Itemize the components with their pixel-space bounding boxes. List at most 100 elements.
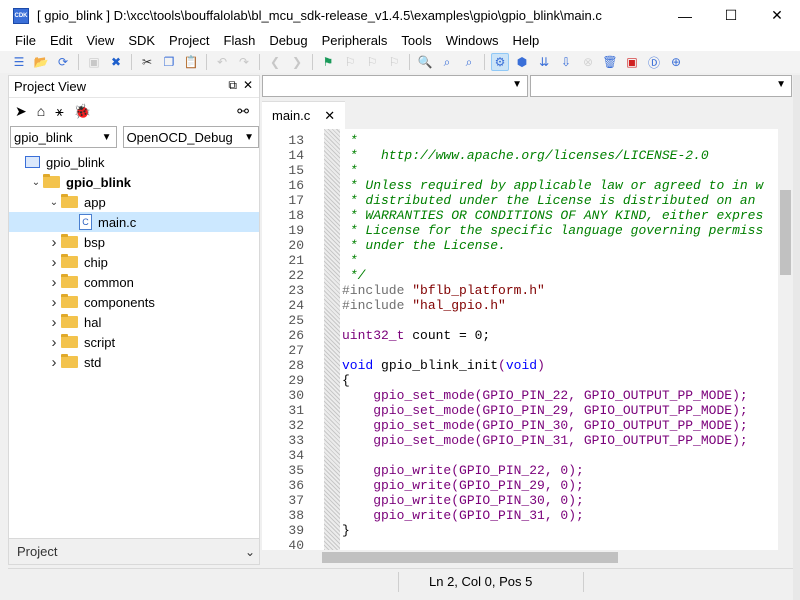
close-window-button[interactable]: ✕ bbox=[754, 0, 800, 31]
undo-icon[interactable]: ↶ bbox=[213, 53, 231, 71]
tab-main-c[interactable]: main.c ✕ bbox=[262, 101, 346, 129]
stop-icon[interactable]: ⊗ bbox=[579, 53, 597, 71]
chevron-right-icon[interactable]: › bbox=[47, 294, 61, 311]
tree-item[interactable]: › hal bbox=[9, 312, 259, 332]
code-token: } bbox=[342, 523, 350, 538]
menu-view[interactable]: View bbox=[79, 31, 121, 51]
menu-debug[interactable]: Debug bbox=[262, 31, 314, 51]
copy-icon[interactable]: ❐ bbox=[160, 53, 178, 71]
menu-sdk[interactable]: SDK bbox=[121, 31, 162, 51]
debug-icon[interactable]: ▣ bbox=[623, 53, 641, 71]
paste-icon[interactable]: 📋 bbox=[182, 53, 200, 71]
code-line: * WARRANTIES OR CONDITIONS OF ANY KIND, … bbox=[342, 208, 763, 223]
navigate-icon[interactable]: ➤ bbox=[15, 103, 27, 120]
tree-icon[interactable]: ⚹ bbox=[55, 103, 63, 120]
line-number: 26 bbox=[288, 328, 304, 343]
build-icon[interactable]: ⬢ bbox=[513, 53, 531, 71]
tree-item[interactable]: › chip bbox=[9, 252, 259, 272]
find-replace-icon[interactable]: ⌕ bbox=[460, 53, 478, 71]
bookmark-prev-icon[interactable]: ⚐ bbox=[341, 53, 359, 71]
horizontal-scrollbar-thumb[interactable] bbox=[322, 552, 618, 563]
function-combo[interactable]: ▼ bbox=[530, 75, 792, 97]
find-icon[interactable]: 🔍 bbox=[416, 53, 434, 71]
project-bottom-tab-label: Project bbox=[17, 544, 58, 559]
chevron-right-icon[interactable]: › bbox=[47, 254, 61, 271]
project-icon bbox=[25, 156, 40, 168]
chevron-down-icon[interactable]: ⌄ bbox=[29, 177, 43, 188]
tree-item[interactable]: › script bbox=[9, 332, 259, 352]
config-select[interactable]: OpenOCD_Debug ▼ bbox=[122, 126, 259, 148]
chevron-right-icon[interactable]: › bbox=[47, 234, 61, 251]
project-select[interactable]: gpio_blink ▼ bbox=[10, 126, 117, 148]
redo-icon[interactable]: ↷ bbox=[235, 53, 253, 71]
code-token: "bflb_platform.h" bbox=[412, 283, 545, 298]
start-debug-icon[interactable]: Ⓓ bbox=[645, 53, 663, 71]
cut-icon[interactable]: ✂ bbox=[138, 53, 156, 71]
code-editor[interactable]: 13 14 15 16 17 18 19 20 21 22 23 24 25 26 27 28 29 30 31 32… bbox=[262, 129, 778, 550]
menu-file[interactable]: File bbox=[8, 31, 43, 51]
tree-item[interactable]: ⌄ gpio_blink bbox=[9, 172, 259, 192]
menu-windows[interactable]: Windows bbox=[439, 31, 506, 51]
zoom-icon[interactable]: ⊕ bbox=[667, 53, 685, 71]
tree-item[interactable]: ⌄ app bbox=[9, 192, 259, 212]
chevron-right-icon[interactable]: › bbox=[47, 334, 61, 351]
home-icon[interactable]: ⌂ bbox=[37, 103, 45, 119]
vertical-scrollbar-thumb[interactable] bbox=[780, 190, 791, 275]
bookmark-clear-icon[interactable]: ⚐ bbox=[385, 53, 403, 71]
maximize-button[interactable]: ☐ bbox=[708, 0, 754, 31]
fold-margin[interactable] bbox=[324, 129, 340, 550]
code-line: gpio_write(GPIO_PIN_31, 0); bbox=[342, 508, 584, 523]
open-folder-icon[interactable]: 📂 bbox=[32, 53, 50, 71]
save-icon[interactable]: ▣ bbox=[85, 53, 103, 71]
code-token: * bbox=[342, 133, 358, 148]
tree-item[interactable]: › std bbox=[9, 352, 259, 372]
minimize-button[interactable]: — bbox=[662, 0, 708, 31]
back-icon[interactable]: ❮ bbox=[266, 53, 284, 71]
link-icon[interactable]: ⚯ bbox=[237, 103, 249, 120]
menu-flash[interactable]: Flash bbox=[217, 31, 263, 51]
chevron-right-icon[interactable]: › bbox=[47, 314, 61, 331]
close-icon[interactable]: ✖ bbox=[107, 53, 125, 71]
menu-help[interactable]: Help bbox=[506, 31, 547, 51]
code-token: gpio_write(GPIO_PIN_31, 0); bbox=[342, 508, 584, 523]
code-line: * bbox=[342, 253, 358, 268]
line-number: 36 bbox=[288, 478, 304, 493]
folder-icon bbox=[61, 254, 78, 268]
reload-icon[interactable]: ⟳ bbox=[54, 53, 72, 71]
project-bottom-tab[interactable]: Project ⌄ bbox=[9, 538, 259, 564]
menu-tools[interactable]: Tools bbox=[394, 31, 438, 51]
tree-item[interactable]: › components bbox=[9, 292, 259, 312]
flag-icon[interactable]: ⚑ bbox=[319, 53, 337, 71]
find-in-files-icon[interactable]: ⌕ bbox=[438, 53, 456, 71]
new-icon[interactable]: ☰ bbox=[10, 53, 28, 71]
chevron-down-icon[interactable]: ⌄ bbox=[47, 197, 61, 208]
undock-icon[interactable]: ⧉ bbox=[228, 78, 237, 93]
menu-edit[interactable]: Edit bbox=[43, 31, 79, 51]
rebuild-icon[interactable]: ⇊ bbox=[535, 53, 553, 71]
code-token: gpio_write(GPIO_PIN_29, 0); bbox=[342, 478, 584, 493]
bookmark-next-icon[interactable]: ⚐ bbox=[363, 53, 381, 71]
clean-icon[interactable]: 🗑 bbox=[601, 53, 619, 71]
tree-item[interactable]: › bsp bbox=[9, 232, 259, 252]
download-icon[interactable]: ⇩ bbox=[557, 53, 575, 71]
close-tab-icon[interactable]: ✕ bbox=[324, 108, 335, 124]
toolbar-separator bbox=[409, 54, 410, 70]
tree-item[interactable]: Cmain.c bbox=[9, 212, 259, 232]
chevron-down-icon[interactable]: ⌄ bbox=[245, 545, 255, 559]
tree-item[interactable]: gpio_blink bbox=[9, 152, 259, 172]
bug-icon[interactable]: 🐞 bbox=[74, 103, 91, 120]
menu-peripherals[interactable]: Peripherals bbox=[315, 31, 395, 51]
close-panel-icon[interactable]: ✕ bbox=[243, 78, 253, 93]
line-number: 23 bbox=[288, 283, 304, 298]
cursor-position: Ln 2, Col 0, Pos 5 bbox=[429, 574, 533, 589]
menu-project[interactable]: Project bbox=[162, 31, 216, 51]
chevron-right-icon[interactable]: › bbox=[47, 274, 61, 291]
tree-item[interactable]: › common bbox=[9, 272, 259, 292]
build-config-icon[interactable]: ⚙ bbox=[491, 53, 509, 71]
forward-icon[interactable]: ❯ bbox=[288, 53, 306, 71]
chevron-right-icon[interactable]: › bbox=[47, 354, 61, 371]
code-token: count = 0; bbox=[404, 328, 491, 343]
scope-combo[interactable]: ▼ bbox=[262, 75, 528, 97]
folder-icon bbox=[61, 354, 78, 368]
code-token: * bbox=[342, 163, 358, 178]
